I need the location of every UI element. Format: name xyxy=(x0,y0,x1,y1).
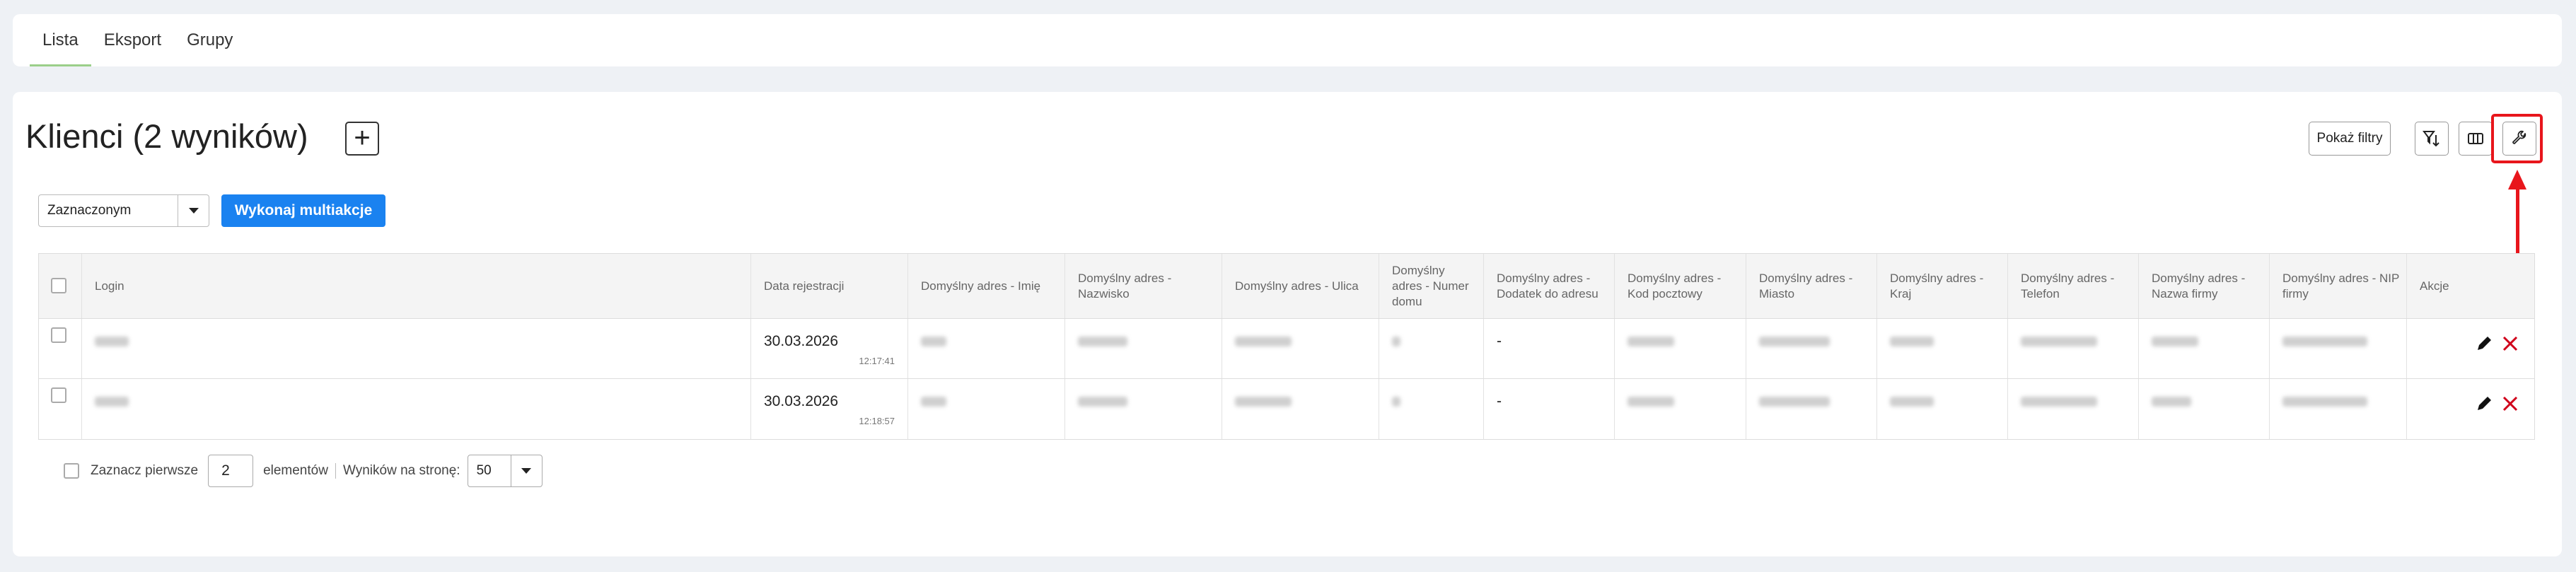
first-name-redacted xyxy=(921,337,946,346)
tab-lista[interactable]: Lista xyxy=(30,14,91,66)
login-redacted xyxy=(95,397,129,407)
registration-time: 12:18:57 xyxy=(859,416,895,426)
close-icon[interactable] xyxy=(2502,335,2519,352)
house-number-redacted xyxy=(1392,397,1400,407)
filter-sort-icon xyxy=(2423,131,2439,147)
company-name-redacted xyxy=(2152,337,2198,346)
table-footer: Zaznacz pierwsze 2 elementów Wyników na … xyxy=(64,453,543,489)
house-number-redacted xyxy=(1392,337,1400,346)
address-extra: - xyxy=(1497,333,1502,349)
add-client-button[interactable]: + xyxy=(345,122,379,156)
columns-icon xyxy=(2468,133,2483,144)
multiaction-dropdown-toggle[interactable] xyxy=(178,195,209,226)
column-header-registration-date[interactable]: Data rejestracji xyxy=(764,279,900,294)
column-header-company-nip[interactable]: Domyślny adres - NIP firmy xyxy=(2282,271,2399,302)
pencil-icon[interactable] xyxy=(2475,395,2493,413)
pencil-icon[interactable] xyxy=(2475,334,2493,353)
multiaction-select-value: Zaznaczonym xyxy=(47,203,132,218)
tab-grupy[interactable]: Grupy xyxy=(174,14,245,66)
postal-code-redacted xyxy=(1628,397,1674,407)
column-header-login[interactable]: Login xyxy=(95,279,743,294)
column-header-company-name[interactable]: Domyślny adres - Nazwa firmy xyxy=(2152,271,2262,302)
elements-label: elementów xyxy=(263,463,328,478)
table-row: 30.03.2026 12:17:41 - xyxy=(39,319,2534,379)
chevron-down-icon xyxy=(521,468,532,474)
column-header-street[interactable]: Domyślny adres - Ulica xyxy=(1235,279,1371,294)
first-name-redacted xyxy=(921,397,946,407)
select-first-label: Zaznacz pierwsze xyxy=(91,463,199,478)
row-actions xyxy=(2475,395,2519,413)
registration-date: 30.03.2026 xyxy=(764,333,839,349)
login-redacted xyxy=(95,337,129,346)
per-page-value: 50 xyxy=(476,463,492,478)
street-redacted xyxy=(1235,397,1292,407)
per-page-dropdown-toggle[interactable] xyxy=(510,455,542,486)
select-first-count-input[interactable]: 2 xyxy=(208,455,254,487)
table-header: Login Data rejestracji Domyślny adres - … xyxy=(39,254,2534,319)
per-page-select[interactable]: 50 xyxy=(467,455,543,487)
address-extra: - xyxy=(1497,393,1502,409)
city-redacted xyxy=(1759,397,1830,407)
city-redacted xyxy=(1759,337,1830,346)
show-filters-button[interactable]: Pokaż filtry xyxy=(2309,122,2391,156)
column-header-first-name[interactable]: Domyślny adres - Imię xyxy=(921,279,1057,294)
country-redacted xyxy=(1890,397,1934,407)
page-title: Klienci (2 wyników) xyxy=(25,117,308,155)
close-icon[interactable] xyxy=(2502,395,2519,412)
divider xyxy=(335,463,336,479)
select-all-checkbox[interactable] xyxy=(51,278,66,293)
column-header-city[interactable]: Domyślny adres - Miasto xyxy=(1759,271,1869,302)
per-page-label: Wyników na stronę: xyxy=(342,463,460,478)
column-header-phone[interactable]: Domyślny adres - Telefon xyxy=(2021,271,2131,302)
settings-highlight-box xyxy=(2491,114,2543,163)
last-name-redacted xyxy=(1078,397,1127,407)
execute-multiaction-button[interactable]: Wykonaj multiakcje xyxy=(221,194,385,227)
tab-bar: Lista Eksport Grupy xyxy=(13,14,2562,66)
row-checkbox[interactable] xyxy=(51,327,66,343)
postal-code-redacted xyxy=(1628,337,1674,346)
column-header-last-name[interactable]: Domyślny adres - Nazwisko xyxy=(1078,271,1214,302)
phone-redacted xyxy=(2021,337,2097,346)
filter-sort-button[interactable] xyxy=(2415,122,2449,156)
country-redacted xyxy=(1890,337,1934,346)
column-header-postal-code[interactable]: Domyślny adres - Kod pocztowy xyxy=(1628,271,1739,302)
row-checkbox[interactable] xyxy=(51,387,66,403)
columns-button[interactable] xyxy=(2459,122,2493,156)
column-header-address-extra[interactable]: Domyślny adres - Dodatek do adresu xyxy=(1497,271,1607,302)
column-header-country[interactable]: Domyślny adres - Kraj xyxy=(1890,271,2000,302)
tab-eksport[interactable]: Eksport xyxy=(91,14,174,66)
table-row: 30.03.2026 12:18:57 - xyxy=(39,379,2534,439)
registration-time: 12:17:41 xyxy=(859,356,895,366)
phone-redacted xyxy=(2021,397,2097,407)
company-nip-redacted xyxy=(2282,337,2367,346)
column-header-house-number[interactable]: Domyślny adres - Numer domu xyxy=(1392,263,1476,310)
select-first-checkbox[interactable] xyxy=(64,463,79,479)
row-actions xyxy=(2475,334,2519,353)
company-name-redacted xyxy=(2152,397,2191,407)
clients-table: Login Data rejestracji Domyślny adres - … xyxy=(38,253,2535,440)
last-name-redacted xyxy=(1078,337,1127,346)
chevron-down-icon xyxy=(188,208,199,214)
street-redacted xyxy=(1235,337,1292,346)
multiaction-select[interactable]: Zaznaczonym xyxy=(38,194,209,227)
column-header-actions: Akcje xyxy=(2420,279,2449,293)
company-nip-redacted xyxy=(2282,397,2367,407)
registration-date: 30.03.2026 xyxy=(764,393,839,409)
